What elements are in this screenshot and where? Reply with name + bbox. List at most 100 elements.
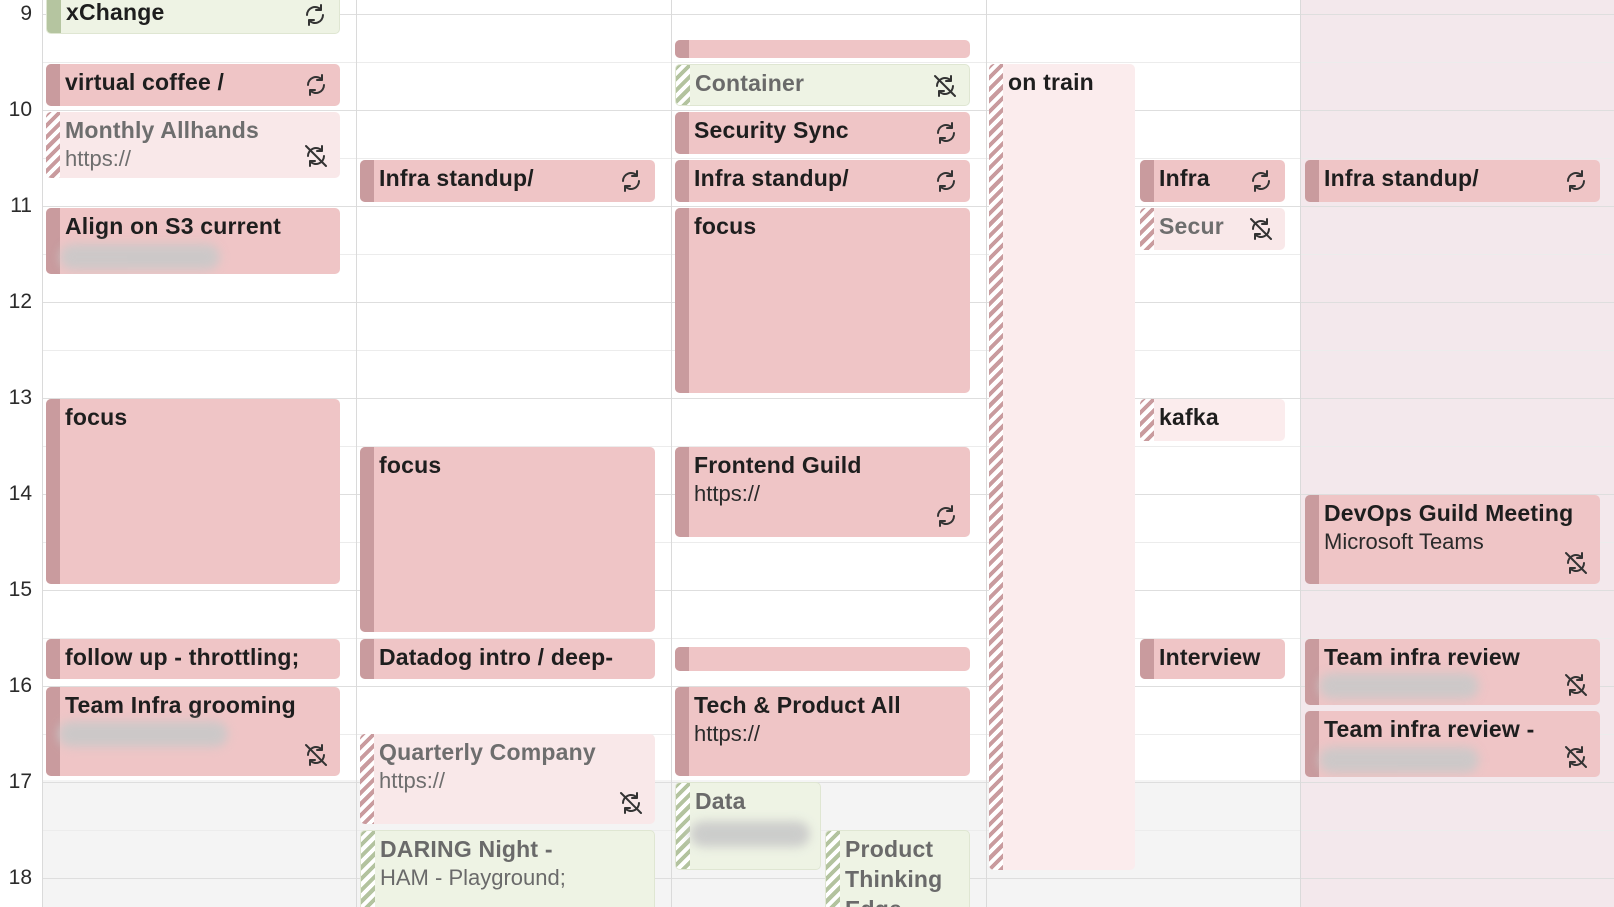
event-infra-standup[interactable]: Infra standup/	[1305, 160, 1600, 202]
event-kafka[interactable]: kafka	[1140, 399, 1285, 441]
event-on-train[interactable]: on train	[989, 64, 1135, 870]
event-hatch	[676, 65, 690, 105]
event-title: on train	[1008, 69, 1094, 95]
repeat-icon	[1562, 167, 1590, 195]
event-virtual-coffee[interactable]: virtual coffee /	[46, 64, 340, 106]
day-separator	[42, 0, 43, 907]
hour-line	[42, 206, 1614, 207]
event-interview[interactable]: Interview	[1140, 639, 1285, 679]
event-bar	[1140, 639, 1154, 679]
event-focus[interactable]: focus	[360, 447, 655, 632]
event-bar	[360, 160, 374, 202]
event-bar	[360, 639, 374, 679]
event-bar	[675, 40, 689, 58]
event-hatch	[989, 64, 1003, 870]
event-subtitle: https://	[694, 481, 761, 506]
repeat-icon	[932, 167, 960, 195]
event-bar	[46, 64, 60, 106]
event-datadog-intro[interactable]: Datadog intro / deep-	[360, 639, 655, 679]
repeat-icon	[932, 502, 960, 530]
event-container[interactable]: Container	[675, 64, 970, 106]
hour-label: 10	[8, 98, 32, 121]
event-product-thinking[interactable]: Product Thinking Edge	[825, 830, 970, 907]
hour-label: 15	[8, 578, 32, 601]
event-title: focus	[379, 452, 442, 478]
redacted-text	[58, 721, 228, 747]
event-title: xChange	[66, 0, 165, 25]
repeat-off-icon	[302, 142, 330, 170]
event-title: Tech & Product All	[694, 692, 901, 718]
redacted-text	[1319, 673, 1479, 699]
event-daring-night[interactable]: DARING Night - HAM - Playground;	[360, 830, 655, 907]
event-security-sync[interactable]: Security Sync	[675, 112, 970, 154]
event-title: kafka	[1159, 404, 1219, 430]
event-title: Security Sync	[694, 117, 849, 143]
redacted-text	[60, 244, 220, 270]
hour-line	[42, 110, 1614, 111]
event-title: Product	[845, 836, 934, 862]
repeat-icon	[932, 119, 960, 147]
event-title: Monthly Allhands	[65, 117, 260, 143]
repeat-off-icon	[1562, 549, 1590, 577]
event-untitled[interactable]	[675, 40, 970, 58]
event-focus[interactable]: focus	[675, 208, 970, 393]
event-align-s3[interactable]: Align on S3 current	[46, 208, 340, 274]
repeat-off-icon	[617, 789, 645, 817]
repeat-off-icon	[1562, 671, 1590, 699]
event-infra-standup[interactable]: Infra standup/	[675, 160, 970, 202]
event-title-line3: Edge	[845, 896, 965, 907]
event-frontend-guild[interactable]: Frontend Guild https://	[675, 447, 970, 537]
hour-label: 12	[8, 290, 32, 313]
event-title: Secur	[1159, 213, 1224, 239]
event-untitled[interactable]	[675, 647, 970, 671]
event-quarterly-company[interactable]: Quarterly Company https://	[360, 734, 655, 824]
event-infra-standup[interactable]: Infra standup/	[360, 160, 655, 202]
event-hatch	[46, 112, 60, 178]
event-hatch	[826, 831, 840, 907]
event-subtitle: Microsoft Teams	[1324, 529, 1484, 554]
repeat-off-icon	[931, 72, 959, 100]
event-bar	[1305, 639, 1319, 705]
event-bar	[1305, 495, 1319, 584]
event-title: Team infra review	[1324, 644, 1521, 670]
event-xchange[interactable]: xChange	[46, 0, 340, 34]
hour-label: 9	[20, 2, 32, 25]
event-team-infra-review[interactable]: Team infra review	[1305, 639, 1600, 705]
event-data[interactable]: Data	[675, 782, 821, 870]
redacted-text	[1319, 747, 1479, 773]
event-bar	[675, 208, 689, 393]
event-title: Datadog intro / deep-	[379, 644, 614, 670]
hour-label: 18	[8, 866, 32, 889]
event-team-infra-review[interactable]: Team infra review -	[1305, 711, 1600, 777]
event-subtitle: https://	[694, 721, 761, 746]
event-focus[interactable]: focus	[46, 399, 340, 584]
event-bar	[675, 160, 689, 202]
event-hatch	[1140, 399, 1154, 441]
event-subtitle: https://	[379, 768, 446, 793]
event-title: follow up - throttling;	[65, 644, 300, 670]
event-monthly-allhands[interactable]: Monthly Allhands https://	[46, 112, 340, 178]
event-bar	[675, 647, 689, 671]
event-title: Team infra review -	[1324, 716, 1535, 742]
event-title: virtual coffee /	[65, 69, 225, 95]
event-title: Quarterly Company	[379, 739, 596, 765]
hour-label: 11	[10, 194, 32, 217]
repeat-off-icon	[1562, 743, 1590, 771]
hour-label: 13	[8, 386, 32, 409]
repeat-icon	[617, 167, 645, 195]
event-hatch	[361, 831, 375, 907]
event-team-infra-grooming[interactable]: Team Infra grooming	[46, 687, 340, 776]
event-secur[interactable]: Secur	[1140, 208, 1285, 250]
day-separator	[356, 0, 357, 907]
event-bar	[1305, 160, 1319, 202]
event-bar	[1140, 160, 1154, 202]
event-title: Container	[695, 70, 805, 96]
redacted-text	[690, 821, 810, 847]
event-follow-up[interactable]: follow up - throttling;	[46, 639, 340, 679]
event-title: Interview	[1159, 644, 1261, 670]
event-devops-guild[interactable]: DevOps Guild Meeting Microsoft Teams	[1305, 495, 1600, 584]
event-tech-product-all[interactable]: Tech & Product All https://	[675, 687, 970, 776]
repeat-icon	[302, 71, 330, 99]
event-title: Infra	[1159, 165, 1210, 191]
event-infra[interactable]: Infra	[1140, 160, 1285, 202]
